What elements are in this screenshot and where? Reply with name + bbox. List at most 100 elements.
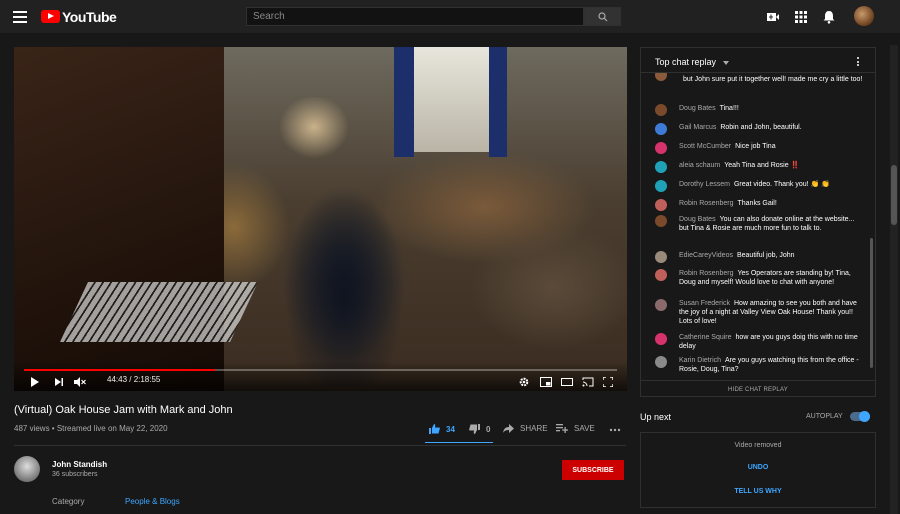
- settings-gear-icon[interactable]: [519, 377, 529, 387]
- dislike-button[interactable]: 0: [469, 424, 490, 434]
- subscriber-count: 36 subscribers: [52, 471, 98, 478]
- search-input[interactable]: Search: [246, 7, 584, 26]
- create-video-icon[interactable]: [766, 10, 780, 24]
- miniplayer-icon[interactable]: [540, 377, 552, 387]
- chat-message: Robin Rosenberg Thanks Gail!: [655, 199, 863, 211]
- autoplay-label: AUTOPLAY: [806, 413, 843, 420]
- chat-message-body: Catherine Squire how are you guys doig th…: [679, 333, 863, 351]
- chat-message: Susan Frederick How amazing to see you bo…: [655, 299, 863, 326]
- thumbs-up-icon: [429, 424, 440, 434]
- share-button[interactable]: SHARE: [503, 424, 548, 433]
- account-avatar[interactable]: [854, 6, 874, 26]
- chat-message-text: Robin and John, beautiful.: [720, 124, 802, 131]
- mute-icon[interactable]: [74, 377, 86, 387]
- fullscreen-icon[interactable]: [603, 377, 613, 387]
- like-button[interactable]: 34: [429, 424, 455, 434]
- chat-more-icon[interactable]: [857, 57, 860, 68]
- theater-mode-icon[interactable]: [561, 377, 573, 387]
- save-label: SAVE: [574, 424, 595, 433]
- menu-icon[interactable]: [13, 11, 27, 23]
- apps-grid-icon[interactable]: [794, 10, 808, 24]
- category-link[interactable]: People & Blogs: [125, 497, 180, 506]
- chat-author-avatar[interactable]: [655, 215, 667, 227]
- chat-message: aleia schaum Yeah Tina and Rosie ‼️: [655, 161, 863, 173]
- chat-message: Doug Bates Tina!!!: [655, 104, 863, 116]
- chat-author-name[interactable]: Karin Dietrich: [679, 357, 721, 364]
- notifications-bell-icon[interactable]: [822, 10, 836, 24]
- chat-message-text: Tina!!!: [719, 105, 739, 112]
- tell-us-why-button[interactable]: TELL US WHY: [641, 488, 875, 495]
- chat-author-name[interactable]: Robin Rosenberg: [679, 270, 733, 277]
- more-actions-icon[interactable]: [609, 428, 621, 432]
- video-player[interactable]: 44:43 / 2:18:55: [14, 47, 627, 391]
- undo-button[interactable]: UNDO: [641, 464, 875, 471]
- chat-author-avatar[interactable]: [655, 142, 667, 154]
- chat-author-avatar[interactable]: [655, 356, 667, 368]
- chat-message: EdieCareyVideos Beautiful job, John: [655, 251, 863, 263]
- subscribe-button[interactable]: SUBSCRIBE: [562, 460, 624, 480]
- video-removed-text: Video removed: [734, 442, 782, 449]
- chat-author-name[interactable]: Doug Bates: [679, 105, 716, 112]
- thumbs-down-icon: [469, 424, 480, 434]
- live-chat-replay: Top chat replay but John sure put it tog…: [640, 47, 876, 397]
- masthead: YouTube Search: [0, 0, 900, 33]
- youtube-logo[interactable]: YouTube: [41, 8, 117, 25]
- chat-author-avatar[interactable]: [655, 161, 667, 173]
- chat-message-text: Thanks Gail!: [737, 200, 777, 207]
- chat-author-name[interactable]: aleia schaum: [679, 162, 720, 169]
- page-scrollbar[interactable]: [890, 45, 898, 514]
- chat-author-name[interactable]: Robin Rosenberg: [679, 200, 733, 207]
- chat-author-name[interactable]: Catherine Squire: [679, 334, 732, 341]
- channel-avatar[interactable]: [14, 456, 40, 482]
- time-display: 44:43 / 2:18:55: [107, 375, 161, 384]
- chat-author-avatar[interactable]: [655, 199, 667, 211]
- chat-author-avatar[interactable]: [655, 180, 667, 192]
- progress-bar[interactable]: [24, 369, 617, 371]
- logo-text: YouTube: [62, 8, 117, 25]
- chat-message: Karin Dietrich Are you guys watching this…: [655, 356, 863, 373]
- hide-chat-replay-button[interactable]: HIDE CHAT REPLAY: [641, 380, 875, 398]
- autoplay-toggle[interactable]: [850, 411, 870, 422]
- chat-scrollbar[interactable]: [870, 238, 873, 368]
- chat-author-name[interactable]: Dorothy Lessem: [679, 181, 730, 188]
- play-icon[interactable]: [30, 377, 40, 387]
- like-count: 34: [446, 424, 455, 434]
- category-label: Category: [52, 497, 85, 506]
- chat-author-name[interactable]: Doug Bates: [679, 216, 716, 223]
- cast-icon[interactable]: [582, 377, 594, 387]
- chat-message: Dorothy Lessem Great video. Thank you! 👏 …: [655, 180, 863, 192]
- chat-author-avatar[interactable]: [655, 269, 667, 281]
- chat-message-list[interactable]: but John sure put it together well! made…: [641, 73, 869, 373]
- chat-header: Top chat replay: [641, 48, 875, 73]
- chat-author-name[interactable]: Susan Frederick: [679, 300, 730, 307]
- chat-author-name[interactable]: EdieCareyVideos: [679, 252, 733, 259]
- chat-author-avatar[interactable]: [655, 104, 667, 116]
- chat-author-avatar[interactable]: [655, 123, 667, 135]
- video-piano-keys: [60, 282, 258, 342]
- chat-message-body: Doug Bates You can also donate online at …: [679, 215, 863, 233]
- chat-author-name[interactable]: Scott McCumber: [679, 143, 731, 150]
- channel-name[interactable]: John Standish: [52, 460, 107, 469]
- chat-author-avatar[interactable]: [655, 73, 667, 81]
- chat-message-body: Gail Marcus Robin and John, beautiful.: [679, 123, 863, 132]
- chat-author-name[interactable]: Gail Marcus: [679, 124, 716, 131]
- removed-video-card: Video removed UNDO TELL US WHY: [640, 432, 876, 508]
- next-icon[interactable]: [54, 377, 64, 387]
- chat-mode-dropdown[interactable]: Top chat replay: [655, 57, 716, 67]
- divider: [14, 445, 626, 446]
- like-ratio-bar: [425, 442, 493, 443]
- save-button[interactable]: SAVE: [556, 424, 595, 433]
- view-count-date: 487 views • Streamed live on May 22, 202…: [14, 424, 168, 433]
- chat-message-body: Robin Rosenberg Yes Operators are standin…: [679, 269, 863, 287]
- chat-author-avatar[interactable]: [655, 333, 667, 345]
- up-next-heading: Up next: [640, 412, 672, 422]
- search-button[interactable]: [584, 7, 621, 26]
- chat-author-avatar[interactable]: [655, 299, 667, 311]
- video-curtain: [489, 47, 507, 157]
- chat-message-body: Scott McCumber Nice job Tina: [679, 142, 863, 151]
- chat-author-avatar[interactable]: [655, 251, 667, 263]
- chevron-down-icon[interactable]: [723, 61, 729, 65]
- share-label: SHARE: [520, 424, 548, 433]
- chat-message: Doug Bates You can also donate online at …: [655, 215, 863, 233]
- chat-message-text: Yeah Tina and Rosie ‼️: [724, 162, 800, 169]
